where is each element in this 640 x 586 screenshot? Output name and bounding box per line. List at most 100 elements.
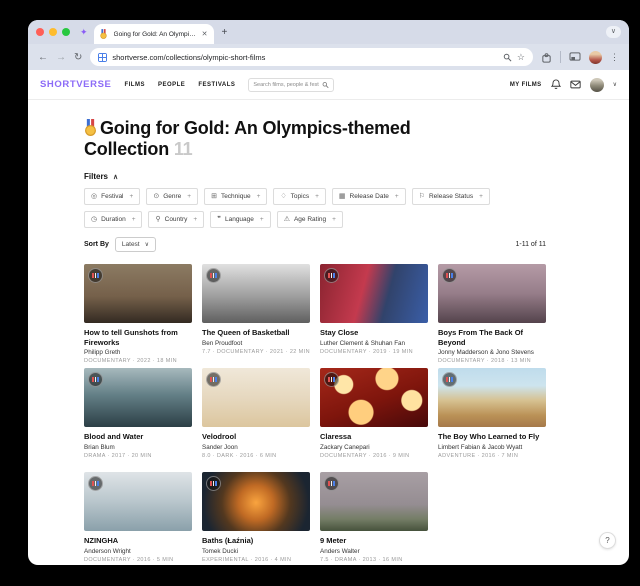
- film-director[interactable]: Anders Walter: [320, 548, 428, 555]
- film-title[interactable]: Velodrool: [202, 432, 310, 441]
- film-thumbnail[interactable]: [438, 264, 546, 324]
- film-thumbnail[interactable]: [320, 472, 428, 532]
- film-title[interactable]: NZINGHA: [84, 536, 192, 545]
- film-thumbnail[interactable]: [438, 368, 546, 428]
- messages-envelope-icon[interactable]: [569, 80, 581, 89]
- my-films-link[interactable]: MY FILMS: [510, 82, 542, 88]
- film-title[interactable]: Blood and Water: [84, 432, 192, 441]
- film-card[interactable]: The Boy Who Learned to Fly Limbert Fabia…: [438, 368, 546, 472]
- film-title[interactable]: Baths (Łaźnia): [202, 536, 310, 545]
- filter-chip[interactable]: ◷ Duration +: [84, 211, 143, 229]
- film-title[interactable]: How to tell Gunshots from Fireworks: [84, 328, 192, 347]
- nav-films[interactable]: FILMS: [124, 82, 145, 88]
- filter-chip[interactable]: ♢ Topics +: [273, 188, 326, 206]
- user-avatar[interactable]: [589, 77, 604, 92]
- filter-chip[interactable]: ▦ Release Date +: [331, 188, 406, 206]
- film-card[interactable]: NZINGHA Anderson Wright DOCUMENTARY · 20…: [84, 472, 192, 565]
- filter-chip[interactable]: ⚠ Age Rating +: [276, 211, 343, 229]
- film-director[interactable]: Sander Joon: [202, 444, 310, 451]
- tab-strip: ✦ Going for Gold: An Olympics-themed Col…: [28, 20, 629, 44]
- film-thumbnail[interactable]: [202, 368, 310, 428]
- site-search[interactable]: [248, 77, 335, 92]
- filter-chip[interactable]: ❞ Language +: [210, 211, 271, 229]
- film-title[interactable]: The Queen of Basketball: [202, 328, 310, 337]
- filter-chip-label: Duration: [101, 216, 126, 224]
- sort-select[interactable]: Latest ∨: [114, 237, 157, 253]
- film-card[interactable]: 9 Meter Anders Walter 7.5 · DRAMA · 2013…: [320, 472, 428, 565]
- film-title[interactable]: Boys From The Back Of Beyond: [438, 328, 546, 347]
- film-title[interactable]: 9 Meter: [320, 536, 428, 545]
- tab-title: Going for Gold: An Olympics-themed Colle…: [113, 30, 198, 38]
- film-thumbnail[interactable]: [320, 368, 428, 428]
- filter-chip-label: Genre: [163, 193, 182, 201]
- film-director[interactable]: Jonny Madderson & Jono Stevens: [438, 349, 546, 356]
- filter-chip[interactable]: ⚲ Country +: [148, 211, 205, 229]
- search-input[interactable]: [253, 81, 320, 88]
- film-director[interactable]: Ben Proudfoot: [202, 340, 310, 347]
- location-pin-icon: ⚲: [155, 216, 161, 224]
- browser-profile-avatar[interactable]: [589, 50, 602, 64]
- reload-button[interactable]: ↻: [74, 52, 82, 63]
- film-card[interactable]: Baths (Łaźnia) Tomek Ducki EXPERIMENTAL …: [202, 472, 310, 565]
- zoom-icon[interactable]: [503, 53, 512, 62]
- new-tab-button[interactable]: +: [222, 27, 228, 38]
- film-card[interactable]: Claressa Zackary Canepari DOCUMENTARY · …: [320, 368, 428, 472]
- film-card[interactable]: Stay Close Luther Clement & Shuhan Fan D…: [320, 264, 428, 368]
- film-director[interactable]: Brian Blum: [84, 444, 192, 451]
- film-title[interactable]: Stay Close: [320, 328, 428, 337]
- film-thumbnail[interactable]: [320, 264, 428, 324]
- account-chevron-down-icon[interactable]: ∨: [613, 81, 617, 88]
- nav-people[interactable]: PEOPLE: [158, 82, 185, 88]
- film-thumbnail[interactable]: [202, 264, 310, 324]
- bookmark-star-icon[interactable]: ☆: [517, 52, 525, 63]
- sort-by-label: Sort By: [84, 241, 109, 249]
- film-title[interactable]: The Boy Who Learned to Fly: [438, 432, 546, 441]
- film-card[interactable]: The Queen of Basketball Ben Proudfoot 7.…: [202, 264, 310, 368]
- filters-toggle[interactable]: Filters ∧: [84, 172, 629, 181]
- clock-icon: ◷: [91, 216, 98, 224]
- help-button[interactable]: ?: [599, 532, 616, 549]
- film-thumbnail[interactable]: [202, 472, 310, 532]
- browser-menu-icon[interactable]: ⋮: [610, 52, 619, 63]
- plus-icon: +: [187, 193, 192, 201]
- close-window-button[interactable]: [36, 28, 44, 36]
- filter-chip-label: Language: [224, 216, 254, 224]
- cast-icon[interactable]: [569, 52, 581, 62]
- tag-icon: ♢: [280, 193, 287, 201]
- film-director[interactable]: Limbert Fabian & Jacob Wyatt: [438, 444, 546, 451]
- browser-tab[interactable]: Going for Gold: An Olympics-themed Colle…: [93, 24, 214, 44]
- extensions-puzzle-icon[interactable]: [541, 52, 552, 63]
- filter-chip[interactable]: ⊞ Technique +: [204, 188, 268, 206]
- forward-button[interactable]: →: [56, 52, 66, 63]
- film-director[interactable]: Philipp Greth: [84, 349, 192, 356]
- film-title[interactable]: Claressa: [320, 432, 428, 441]
- film-card[interactable]: Boys From The Back Of Beyond Jonny Madde…: [438, 264, 546, 368]
- address-bar[interactable]: shortverse.com/collections/olympic-short…: [90, 48, 533, 66]
- film-thumbnail[interactable]: [84, 472, 192, 532]
- filter-chip-row: ◎ Festival + ⊙ Genre + ⊞ Technique + ♢ T…: [84, 188, 554, 229]
- chevron-up-icon: ∧: [113, 173, 119, 181]
- film-meta: DRAMA · 2017 · 20 MIN: [84, 452, 152, 459]
- nav-festivals[interactable]: FESTIVALS: [198, 82, 235, 88]
- film-director[interactable]: Tomek Ducki: [202, 548, 310, 555]
- film-thumbnail[interactable]: [84, 368, 192, 428]
- filter-chip[interactable]: ◎ Festival +: [84, 188, 141, 206]
- film-card[interactable]: Blood and Water Brian Blum DRAMA · 2017 …: [84, 368, 192, 472]
- filter-chip[interactable]: ⊙ Genre +: [146, 188, 199, 206]
- film-director[interactable]: Zackary Canepari: [320, 444, 428, 451]
- shortverse-logo[interactable]: SHORTVERSE: [40, 79, 111, 90]
- back-button[interactable]: ←: [38, 52, 48, 63]
- tab-close-icon[interactable]: ✕: [202, 30, 208, 38]
- tab-overflow-chevron-icon[interactable]: ∨: [605, 26, 621, 38]
- filter-chip[interactable]: ⚐ Release Status +: [411, 188, 490, 206]
- url-text[interactable]: shortverse.com/collections/olympic-short…: [112, 53, 498, 62]
- film-card[interactable]: How to tell Gunshots from Fireworks Phil…: [84, 264, 192, 368]
- maximize-window-button[interactable]: [62, 28, 70, 36]
- notifications-bell-icon[interactable]: [550, 79, 561, 90]
- film-director[interactable]: Luther Clement & Shuhan Fan: [320, 340, 428, 347]
- film-director[interactable]: Anderson Wright: [84, 548, 192, 555]
- film-thumbnail[interactable]: [84, 264, 192, 324]
- film-card[interactable]: Velodrool Sander Joon 8.0 · DARK · 2016 …: [202, 368, 310, 472]
- plus-icon: +: [259, 216, 264, 224]
- minimize-window-button[interactable]: [49, 28, 57, 36]
